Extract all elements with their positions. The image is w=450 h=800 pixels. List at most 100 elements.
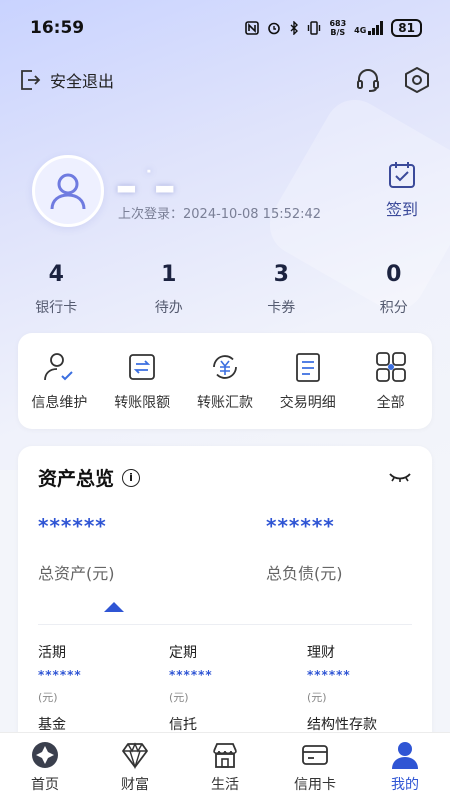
asset-item-name: 理财 bbox=[307, 645, 335, 661]
nav-label: 财富 bbox=[121, 776, 149, 793]
info-icon[interactable]: i bbox=[122, 468, 141, 487]
top-bar-actions bbox=[354, 65, 432, 95]
battery-icon: 81 bbox=[391, 19, 422, 37]
document-list-icon bbox=[295, 353, 320, 382]
diamond-icon bbox=[122, 741, 148, 769]
logout-icon bbox=[21, 70, 41, 90]
user-avatar-icon bbox=[50, 173, 86, 210]
asset-item-value: ****** bbox=[38, 668, 82, 682]
bottom-nav: 首页 财富 生活 信用卡 我的 bbox=[0, 732, 450, 800]
asset-overview-title: 资产总览 i bbox=[38, 464, 141, 491]
user-edit-icon bbox=[44, 353, 74, 381]
stat-coupons[interactable]: 3 卡券 bbox=[225, 262, 338, 317]
person-icon bbox=[392, 741, 418, 769]
quick-action-all[interactable]: 全部 bbox=[349, 350, 432, 412]
nav-label: 我的 bbox=[391, 776, 419, 793]
nav-label: 首页 bbox=[31, 776, 59, 793]
stats-row: 4 银行卡 1 待办 3 卡券 0 积分 bbox=[0, 262, 450, 317]
logout-button[interactable]: 安全退出 bbox=[18, 68, 114, 92]
nav-wealth[interactable]: 财富 bbox=[90, 733, 180, 800]
asset-item-structured-deposit[interactable]: 结构性存款 bbox=[307, 714, 377, 734]
asset-item-fund[interactable]: 基金 bbox=[38, 714, 66, 734]
asset-title-text: 资产总览 bbox=[38, 468, 115, 490]
asset-item-unit: (元) bbox=[169, 691, 189, 704]
bluetooth-icon bbox=[290, 21, 299, 35]
quick-action-label: 转账限额 bbox=[114, 395, 171, 411]
asset-item-wealth[interactable]: 理财 ****** (元) bbox=[307, 642, 351, 705]
signal-icon bbox=[368, 21, 384, 35]
quick-action-transfer-remit[interactable]: 转账汇款 bbox=[184, 350, 267, 412]
calendar-check-icon bbox=[388, 162, 415, 188]
last-login-time: 上次登录：2024-10-08 15:52:42 bbox=[118, 207, 322, 222]
asset-item-name: 基金 bbox=[38, 717, 66, 733]
yuan-exchange-icon bbox=[213, 355, 237, 379]
nav-life[interactable]: 生活 bbox=[180, 733, 270, 800]
nav-label: 信用卡 bbox=[294, 776, 336, 793]
stat-label: 待办 bbox=[154, 300, 183, 316]
total-liabilities-label: 总负债(元) bbox=[266, 564, 343, 583]
avatar[interactable] bbox=[32, 155, 104, 227]
quick-action-label: 交易明细 bbox=[279, 395, 336, 411]
asset-overview-card: 资产总览 i ****** 总资产(元) ****** 总负债(元) 活期 **… bbox=[18, 446, 432, 746]
divider bbox=[38, 624, 412, 625]
settings-icon[interactable] bbox=[402, 65, 432, 95]
net-speed-unit: B/S bbox=[330, 28, 346, 37]
nav-home[interactable]: 首页 bbox=[0, 733, 90, 800]
asset-item-unit: (元) bbox=[307, 691, 327, 704]
total-assets-value[interactable]: ****** bbox=[38, 514, 107, 538]
stat-todo[interactable]: 1 待办 bbox=[113, 262, 226, 317]
home-icon bbox=[32, 741, 58, 768]
quick-action-info-maintenance[interactable]: 信息维护 bbox=[18, 350, 101, 412]
selection-caret bbox=[104, 602, 124, 612]
status-time: 16:59 bbox=[30, 18, 85, 38]
stat-label: 积分 bbox=[379, 300, 408, 316]
user-name: ▂ ˙▂ bbox=[118, 168, 176, 193]
network-type: 4G bbox=[354, 26, 367, 35]
status-icons: 683 B/S 4G 81 bbox=[245, 19, 422, 37]
nav-credit-card[interactable]: 信用卡 bbox=[270, 733, 360, 800]
asset-item-value: ****** bbox=[307, 668, 351, 682]
quick-action-label: 全部 bbox=[376, 395, 405, 411]
status-bar: 16:59 683 B/S 4G 81 bbox=[0, 0, 450, 56]
asset-item-name: 活期 bbox=[38, 645, 66, 661]
alarm-icon bbox=[268, 22, 281, 35]
stat-label: 卡券 bbox=[267, 300, 296, 316]
quick-action-transfer-limit[interactable]: 转账限额 bbox=[101, 350, 184, 412]
total-liabilities-value[interactable]: ****** bbox=[266, 514, 335, 538]
asset-item-name: 定期 bbox=[169, 645, 197, 661]
headset-icon[interactable] bbox=[354, 66, 382, 94]
quick-action-transaction-details[interactable]: 交易明细 bbox=[266, 350, 349, 412]
asset-item-value: ****** bbox=[169, 668, 213, 682]
top-bar: 安全退出 bbox=[18, 64, 432, 96]
net-speed: 683 B/S bbox=[329, 19, 346, 37]
nav-mine[interactable]: 我的 bbox=[360, 733, 450, 800]
asset-item-name: 结构性存款 bbox=[307, 717, 377, 733]
vibrate-icon bbox=[308, 21, 321, 35]
asset-item-unit: (元) bbox=[38, 691, 58, 704]
net-speed-value: 683 bbox=[329, 19, 347, 28]
stat-value: 4 bbox=[48, 262, 64, 287]
logout-label: 安全退出 bbox=[50, 72, 115, 91]
stat-value: 0 bbox=[386, 262, 402, 287]
stat-label: 银行卡 bbox=[35, 300, 78, 316]
credit-card-icon bbox=[302, 744, 328, 765]
eye-closed-icon[interactable] bbox=[388, 470, 412, 486]
quick-actions-card: 信息维护 转账限额 转账汇款 交易明细 全部 bbox=[18, 333, 432, 429]
store-icon bbox=[213, 742, 237, 768]
signin-label: 签到 bbox=[385, 200, 418, 219]
asset-item-fixed[interactable]: 定期 ****** (元) bbox=[169, 642, 213, 705]
asset-item-name: 信托 bbox=[169, 717, 197, 733]
total-assets-label: 总资产(元) bbox=[38, 564, 115, 583]
stat-value: 3 bbox=[273, 262, 289, 287]
stat-value: 1 bbox=[161, 262, 177, 287]
stat-points[interactable]: 0 积分 bbox=[338, 262, 450, 317]
asset-item-trust[interactable]: 信托 bbox=[169, 714, 197, 734]
quick-action-label: 转账汇款 bbox=[196, 395, 253, 411]
signin-button[interactable]: 签到 bbox=[386, 160, 418, 220]
transfer-limit-icon bbox=[129, 354, 156, 380]
signal-group: 4G bbox=[354, 21, 384, 35]
quick-action-label: 信息维护 bbox=[31, 395, 88, 411]
asset-item-current[interactable]: 活期 ****** (元) bbox=[38, 642, 82, 705]
nav-label: 生活 bbox=[211, 776, 239, 793]
stat-bank-cards[interactable]: 4 银行卡 bbox=[0, 262, 113, 317]
